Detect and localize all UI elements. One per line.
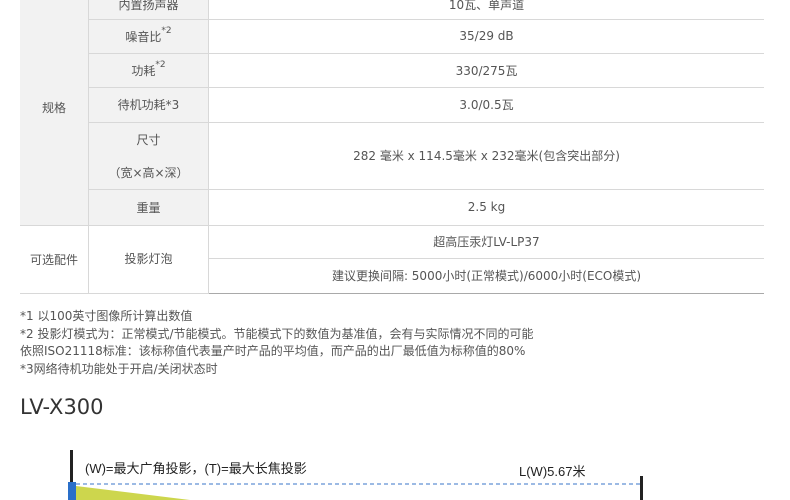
footnote-mark: *2 bbox=[161, 25, 172, 36]
projection-diagram: (W)=最大广角投影，(T)=最大长焦投影 L(W)5.67米 bbox=[68, 450, 643, 500]
options-category: 可选配件 bbox=[20, 225, 89, 294]
footnote-4: *3网络待机功能处于开启/关闭状态时 bbox=[20, 361, 218, 376]
spec-value-noise: 35/29 dB bbox=[208, 19, 764, 54]
spec-label-weight: 重量 bbox=[88, 189, 209, 226]
diagram-legend: (W)=最大广角投影，(T)=最大长焦投影 bbox=[85, 461, 307, 476]
screen-edge-bar bbox=[70, 450, 73, 482]
options-value-replacement: 建议更换间隔: 5000小时(正常模式)/6000小时(ECO模式) bbox=[208, 258, 764, 294]
spec-value-speaker: 10瓦、单声道 bbox=[208, 0, 764, 20]
footnote-1: *1 以100英寸图像所计算出数值 bbox=[20, 309, 193, 323]
model-title: LV-X300 bbox=[20, 395, 104, 419]
dimensions-label-line2: （宽×高×深） bbox=[108, 165, 189, 180]
spec-label-noise: 噪音比*2 bbox=[88, 19, 209, 54]
projection-beam bbox=[76, 486, 190, 500]
spec-label-speaker: 内置扬声器 bbox=[88, 0, 209, 20]
footnote-mark: *2 bbox=[155, 59, 166, 70]
distance-end-bar bbox=[640, 476, 643, 500]
dimensions-label-line1: 尺寸 bbox=[136, 132, 161, 147]
options-value-lamp: 超高压汞灯LV-LP37 bbox=[208, 225, 764, 259]
spec-table: 规格 内置扬声器 10瓦、单声道 噪音比*2 35/29 dB 功耗*2 330… bbox=[20, 0, 764, 294]
spec-label-standby-power: 待机功耗*3 bbox=[88, 87, 209, 123]
footnotes: *1 以100英寸图像所计算出数值 *2 投影灯模式为：正常模式/节能模式。节能… bbox=[20, 308, 534, 378]
screen-marker bbox=[68, 482, 76, 500]
spec-label-power: 功耗*2 bbox=[88, 53, 209, 88]
spec-value-dimensions: 282 毫米 x 114.5毫米 x 232毫米(包含突出部分) bbox=[208, 122, 764, 190]
spec-value-weight: 2.5 kg bbox=[208, 189, 764, 226]
spec-value-standby-power: 3.0/0.5瓦 bbox=[208, 87, 764, 123]
footnote-3: 依照ISO21118标准：该标称值代表量产时产品的平均值，而产品的出厂最低值为标… bbox=[20, 344, 526, 358]
distance-label: L(W)5.67米 bbox=[519, 464, 585, 479]
footnote-2: *2 投影灯模式为：正常模式/节能模式。节能模式下的数值为基准值，会有与实际情况… bbox=[20, 326, 534, 341]
spec-value-power: 330/275瓦 bbox=[208, 53, 764, 88]
spec-label-dimensions: 尺寸 （宽×高×深） bbox=[88, 122, 209, 190]
options-label-lamp: 投影灯泡 bbox=[88, 225, 209, 294]
spec-category: 规格 bbox=[20, 0, 89, 226]
